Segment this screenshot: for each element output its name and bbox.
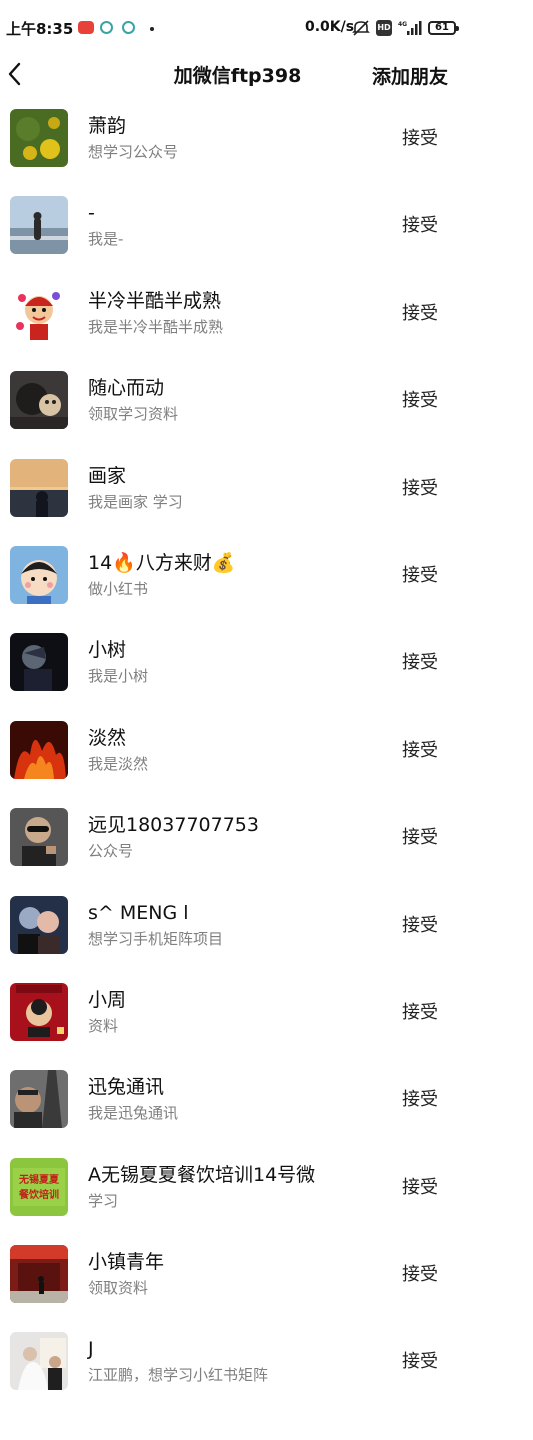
accept-button[interactable]: 接受 [390, 648, 450, 678]
back-button[interactable] [0, 56, 34, 92]
hd-icon: HD [376, 20, 392, 36]
friend-request-item[interactable]: 画家我是画家 学习 接受 [0, 446, 533, 533]
request-message: 想学习公众号 [88, 143, 179, 161]
avatar[interactable] [10, 808, 68, 867]
network-speed: 0.0K/s [305, 19, 355, 35]
avatar[interactable] [10, 545, 68, 604]
accept-button[interactable]: 接受 [390, 998, 450, 1028]
status-time: 上午8:35 [6, 20, 74, 38]
accept-button[interactable]: 接受 [390, 823, 450, 853]
request-name: J [88, 1338, 94, 1361]
accept-button[interactable]: 接受 [390, 299, 450, 329]
avatar[interactable] [10, 109, 68, 167]
request-message: 做小红书 [88, 579, 149, 598]
avatar[interactable] [10, 1332, 68, 1391]
friend-request-item[interactable]: 半冷半酷半成熟我是半冷半酷半成熟 接受 [0, 271, 533, 358]
accept-button[interactable]: 接受 [390, 211, 450, 241]
request-message: 江亚鹏，想学习小红书矩阵 [88, 1366, 269, 1385]
request-message: 我是小树 [88, 667, 149, 686]
accept-button[interactable]: 接受 [390, 1085, 450, 1115]
friend-request-item[interactable]: 14🔥八方来财💰 做小红书 接受 [0, 533, 533, 620]
avatar[interactable] [10, 982, 68, 1041]
request-name: - [88, 202, 95, 225]
friend-request-item[interactable]: 萧韵想学习公众号 接受 [0, 96, 533, 183]
add-friend-button[interactable]: 添加朋友 [372, 62, 448, 89]
avatar[interactable] [10, 283, 68, 342]
request-name: 14🔥八方来财💰 [88, 551, 236, 574]
accept-button[interactable]: 接受 [390, 124, 450, 154]
accept-button[interactable]: 接受 [390, 1173, 450, 1203]
accept-button[interactable]: 接受 [390, 474, 450, 504]
request-message: 公众号 [88, 842, 134, 861]
page-title: 加微信ftp398 [173, 65, 302, 87]
friend-request-item[interactable]: 迅兔通讯我是迅兔通讯 接受 [0, 1057, 533, 1144]
battery-icon: 61 [428, 21, 459, 35]
request-name: 淡然 [88, 726, 127, 749]
mute-icon [352, 20, 370, 36]
request-name: 半冷半酷半成熟 [88, 289, 222, 312]
avatar[interactable] [10, 196, 68, 255]
network-type-label: 4G [398, 21, 407, 28]
chevron-left-icon [8, 62, 21, 86]
chat-bubble-icon [122, 21, 135, 34]
friend-request-item[interactable]: 远见18037707753 公众号 接受 [0, 795, 533, 882]
accept-button[interactable]: 接受 [390, 561, 450, 591]
chat-bubble-icon [100, 21, 113, 34]
request-name: 迅兔通讯 [88, 1076, 165, 1099]
svg-text:无锡夏夏: 无锡夏夏 [18, 1173, 60, 1186]
request-message: 我是画家 学习 [88, 492, 183, 511]
avatar[interactable] [10, 720, 68, 779]
avatar[interactable] [10, 895, 68, 954]
request-name: 随心而动 [88, 377, 165, 400]
request-name: A无锡夏夏餐饮培训14号微 [88, 1163, 316, 1186]
friend-request-item[interactable]: 淡然我是淡然 接受 [0, 708, 533, 795]
request-message: 资料 [88, 1016, 119, 1035]
friend-request-item[interactable]: s^ MENG l 想学习手机矩阵项目 接受 [0, 883, 533, 970]
status-bar: 上午8:35 0.0K/s HD 4G 61 [0, 0, 533, 56]
signal-icon: 4G [398, 20, 422, 36]
request-name: 小周 [88, 988, 127, 1011]
avatar[interactable] [10, 1070, 68, 1129]
avatar[interactable] [10, 633, 68, 692]
request-name: 画家 [88, 464, 127, 487]
request-name: 远见18037707753 [88, 814, 259, 837]
avatar[interactable] [10, 458, 68, 517]
request-message: 我是迅兔通讯 [88, 1104, 179, 1123]
request-message: 我是淡然 [88, 754, 149, 773]
friend-request-item[interactable]: 小镇青年领取资料 接受 [0, 1232, 533, 1319]
accept-button[interactable]: 接受 [390, 1347, 450, 1377]
request-message: 学习 [88, 1191, 119, 1210]
request-message: 想学习手机矩阵项目 [88, 929, 224, 948]
friend-request-item[interactable]: 随心而动领取学习资料 接受 [0, 358, 533, 445]
accept-button[interactable]: 接受 [390, 736, 450, 766]
request-message: 我是- [88, 230, 124, 249]
friend-request-item[interactable]: 小树我是小树 接受 [0, 620, 533, 707]
request-message: 我是半冷半酷半成熟 [88, 317, 224, 336]
more-notifications-dot [150, 27, 154, 31]
avatar[interactable]: 无锡夏夏 餐饮培训 [10, 1157, 68, 1216]
request-name: 萧韵 [88, 115, 127, 137]
avatar[interactable] [10, 371, 68, 430]
friend-request-item[interactable]: 无锡夏夏餐饮培训 A无锡夏夏餐饮培训14号微学习 接受 [0, 1145, 533, 1232]
request-name: 小树 [88, 639, 127, 662]
request-message: 领取资料 [88, 1279, 149, 1298]
accept-button[interactable]: 接受 [390, 1260, 450, 1290]
friend-request-item[interactable]: J 江亚鹏，想学习小红书矩阵 接受 [0, 1319, 533, 1406]
avatar[interactable] [10, 1245, 68, 1304]
notification-app-icon [78, 21, 94, 34]
request-message: 领取学习资料 [88, 405, 179, 424]
request-name: s^ MENG l [88, 901, 189, 924]
friend-request-item[interactable]: 小周资料 接受 [0, 970, 533, 1057]
accept-button[interactable]: 接受 [390, 386, 450, 416]
friend-request-list: 萧韵 想学习公众号 接受 - 我是- 接受 半冷半酷半成熟 我是半冷半酷半成熟 接受 随心而动 领取… [0, 96, 533, 1407]
svg-text:餐饮培训: 餐饮培训 [18, 1188, 59, 1201]
friend-request-item[interactable]: - 我是- 接受 [0, 183, 533, 270]
accept-button[interactable]: 接受 [390, 911, 450, 941]
request-name: 小镇青年 [88, 1251, 165, 1274]
